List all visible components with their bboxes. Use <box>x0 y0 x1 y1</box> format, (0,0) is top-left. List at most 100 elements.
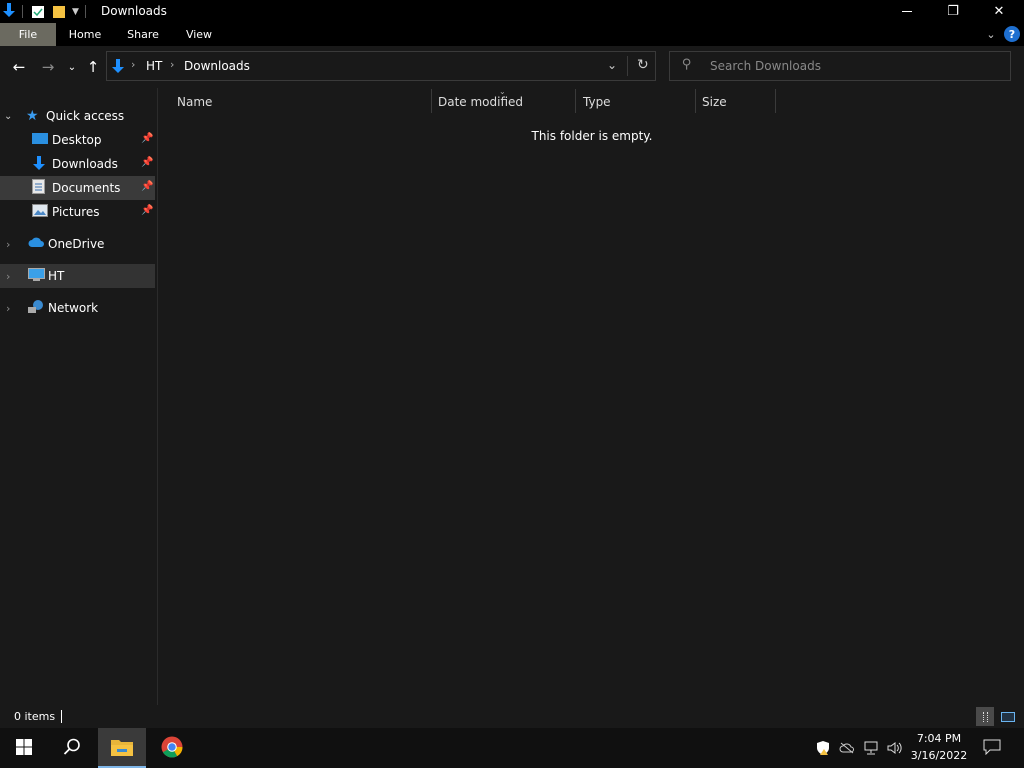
chevron-right-icon[interactable]: › <box>0 270 28 283</box>
sidebar-item-documents[interactable]: Documents 📌 <box>0 176 155 200</box>
up-button[interactable]: ↑ <box>83 57 103 77</box>
clock-time: 7:04 PM <box>916 732 962 745</box>
refresh-icon[interactable]: ↻ <box>637 57 649 73</box>
help-icon[interactable]: ? <box>1004 26 1020 42</box>
customize-toolbar-chevron-icon[interactable]: ▼ <box>72 7 79 17</box>
column-header-type[interactable]: Type <box>583 89 691 115</box>
tab-file[interactable]: File <box>0 23 56 46</box>
clock-date: 3/16/2022 <box>910 749 968 762</box>
security-alert-icon[interactable] <box>814 738 832 758</box>
search-icon <box>63 738 81 759</box>
computer-icon <box>28 267 48 285</box>
document-icon <box>32 179 52 197</box>
sidebar-item-pictures[interactable]: Pictures 📌 <box>0 200 155 224</box>
pin-icon: 📌 <box>141 205 154 216</box>
expanded-chevron-icon[interactable]: ⌄ <box>0 111 26 122</box>
minimize-button[interactable] <box>884 0 930 23</box>
address-bar[interactable]: › HT › Downloads ⌄ ↻ <box>106 51 656 81</box>
breadcrumb-ht[interactable]: HT <box>146 59 162 73</box>
downloads-arrow-icon <box>111 58 125 77</box>
chevron-right-icon[interactable]: › <box>0 302 28 315</box>
search-icon: ⚲ <box>682 57 692 72</box>
sidebar-item-quick-access[interactable]: ⌄ ★ Quick access <box>0 104 155 128</box>
empty-folder-message: This folder is empty. <box>531 129 653 143</box>
sidebar-item-label: Quick access <box>46 109 125 123</box>
downloads-arrow-icon <box>32 155 52 174</box>
minimize-icon <box>902 11 912 12</box>
forward-arrow-icon: → <box>41 58 55 76</box>
sidebar-item-onedrive[interactable]: › OneDrive <box>0 232 155 256</box>
sidebar-item-label: Network <box>48 301 99 315</box>
taskbar-search-button[interactable] <box>50 728 94 768</box>
cloud-icon <box>28 237 48 251</box>
column-divider[interactable] <box>775 89 776 113</box>
tab-home[interactable]: Home <box>60 23 110 46</box>
large-icons-view-icon <box>1001 712 1015 722</box>
new-folder-icon[interactable] <box>52 5 66 19</box>
notification-icon <box>983 739 1001 758</box>
network-icon <box>28 299 48 317</box>
pictures-icon <box>32 204 52 220</box>
recent-locations-button[interactable]: ⌄ <box>62 57 82 77</box>
item-count: 0 items <box>14 710 56 723</box>
chrome-icon <box>161 736 183 761</box>
column-divider[interactable] <box>431 89 432 113</box>
sidebar-item-label: HT <box>48 269 65 283</box>
sidebar-item-desktop[interactable]: Desktop 📌 <box>0 128 155 152</box>
forward-button[interactable]: → <box>38 57 58 77</box>
breadcrumb-separator-icon: › <box>131 58 136 71</box>
quick-access-toolbar: ▼ <box>2 3 86 20</box>
back-button[interactable]: ← <box>9 57 29 77</box>
column-divider[interactable] <box>575 89 576 113</box>
pin-icon: 📌 <box>141 157 154 168</box>
title-bar: ▼ Downloads ❐ ✕ <box>0 0 1024 23</box>
restore-button[interactable]: ❐ <box>930 0 976 23</box>
column-header-name[interactable]: Name <box>177 89 427 115</box>
taskbar-chrome-button[interactable] <box>148 728 196 768</box>
window-title: Downloads <box>101 4 167 18</box>
pin-icon: 📌 <box>141 133 154 144</box>
status-bar: 0 items <box>0 705 1024 728</box>
taskbar-file-explorer-button[interactable] <box>98 728 146 768</box>
tab-view[interactable]: View <box>176 23 222 46</box>
tab-share[interactable]: Share <box>118 23 168 46</box>
navigation-bar: ← → ⌄ ↑ › HT › Downloads ⌄ ↻ ⚲ Search Do… <box>0 46 1024 88</box>
chevron-right-icon[interactable]: › <box>0 238 28 251</box>
breadcrumb-downloads[interactable]: Downloads <box>184 59 250 73</box>
back-arrow-icon: ← <box>12 58 26 76</box>
details-view-button[interactable] <box>976 707 994 726</box>
clock[interactable]: 7:04 PM 3/16/2022 <box>906 730 972 766</box>
restore-icon: ❐ <box>947 4 959 19</box>
close-button[interactable]: ✕ <box>976 0 1022 23</box>
sidebar-item-label: Documents <box>52 181 121 195</box>
onedrive-offline-icon[interactable] <box>838 738 856 758</box>
column-divider[interactable] <box>695 89 696 113</box>
sidebar-item-this-pc[interactable]: › HT <box>0 264 155 288</box>
pin-icon: 📌 <box>141 181 154 192</box>
search-box[interactable]: ⚲ Search Downloads <box>669 51 1011 81</box>
search-input[interactable]: Search Downloads <box>710 59 821 73</box>
sidebar-item-label: Pictures <box>52 205 100 219</box>
breadcrumb-separator-icon: › <box>170 58 175 71</box>
file-explorer-icon <box>110 737 134 760</box>
properties-icon[interactable] <box>31 5 45 19</box>
ribbon-tab-bar: File Home Share View ⌄ ? <box>0 23 1024 46</box>
up-arrow-icon: ↑ <box>86 58 100 76</box>
file-list-area[interactable]: This folder is empty. <box>158 115 1024 705</box>
sort-indicator-icon: ⌄ <box>499 87 506 96</box>
navigation-pane: ⌄ ★ Quick access Desktop 📌 Downloads 📌 D… <box>0 88 157 705</box>
large-icons-view-button[interactable] <box>999 709 1017 725</box>
sidebar-item-downloads[interactable]: Downloads 📌 <box>0 152 155 176</box>
column-header-size[interactable]: Size <box>702 89 772 115</box>
desktop-icon <box>32 132 52 149</box>
start-button[interactable] <box>0 728 48 768</box>
action-center-button[interactable] <box>980 736 1004 760</box>
taskbar: 7:04 PM 3/16/2022 <box>0 728 1024 768</box>
volume-icon[interactable] <box>886 738 904 758</box>
expand-ribbon-chevron-icon[interactable]: ⌄ <box>984 27 998 41</box>
address-history-chevron-icon[interactable]: ⌄ <box>607 58 617 72</box>
sidebar-item-network[interactable]: › Network <box>0 296 155 320</box>
details-view-icon <box>982 711 988 722</box>
network-status-icon[interactable] <box>862 738 880 758</box>
sidebar-item-label: Desktop <box>52 133 102 147</box>
